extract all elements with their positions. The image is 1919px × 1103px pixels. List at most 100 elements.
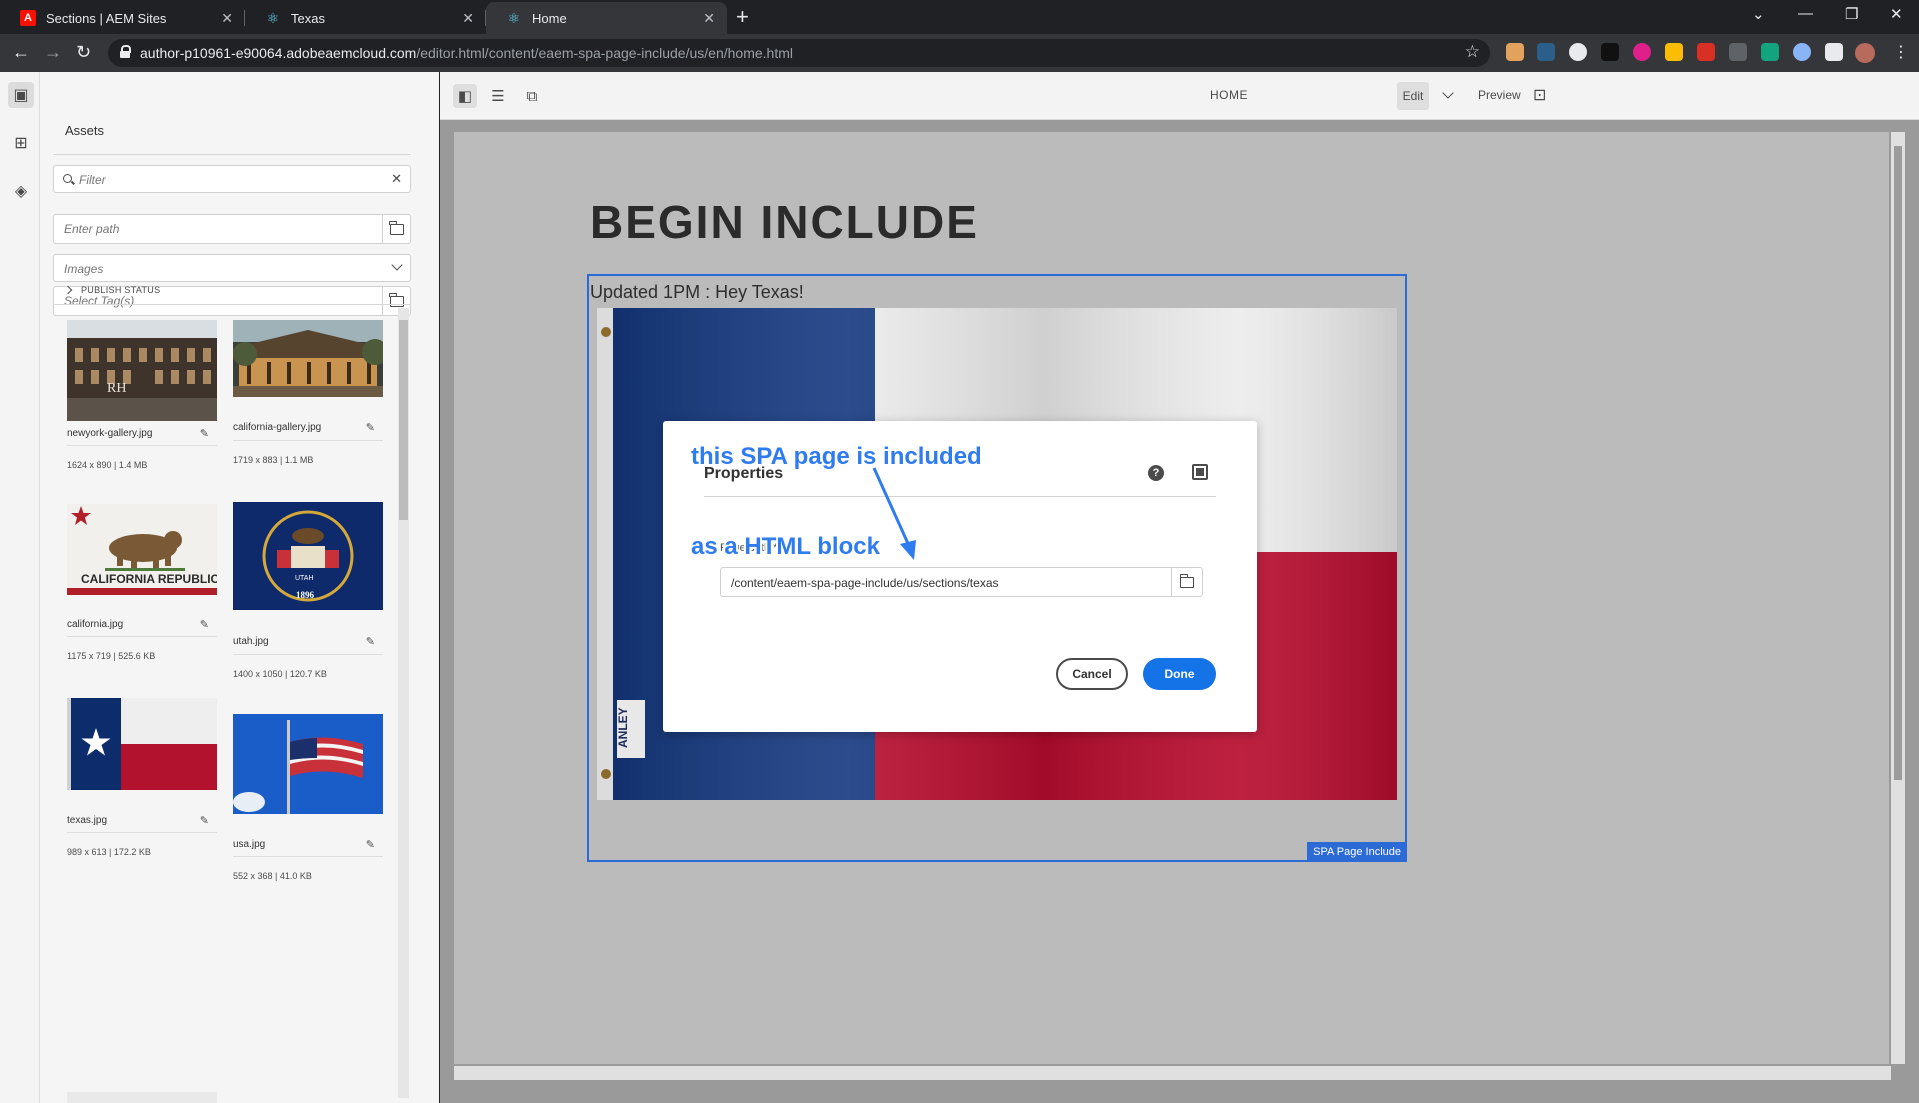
include-text: Updated 1PM : Hey Texas! — [590, 282, 804, 302]
lock-icon[interactable] — [120, 45, 131, 58]
bookmark-star-icon[interactable]: ☆ — [1465, 42, 1480, 62]
divider — [233, 856, 383, 857]
extension-icon[interactable] — [1601, 43, 1619, 61]
back-icon[interactable]: ← — [12, 42, 30, 63]
extension-icon[interactable] — [1729, 43, 1747, 61]
mode-edit-button[interactable]: Edit — [1397, 82, 1429, 110]
new-tab-button[interactable]: + — [736, 4, 749, 30]
fullscreen-icon[interactable] — [1192, 464, 1208, 480]
tab-texas[interactable]: ⚛ Texas ✕ — [245, 2, 486, 34]
chevron-right-icon — [63, 285, 73, 295]
folder-icon — [389, 220, 404, 235]
publish-status-toggle[interactable]: PUBLISH STATUS — [63, 285, 161, 295]
scroll-thumb[interactable] — [1894, 146, 1902, 780]
asset-thumbnail[interactable] — [67, 698, 217, 790]
tab-sections[interactable]: A Sections | AEM Sites ✕ — [0, 2, 245, 34]
extension-icon[interactable] — [1633, 43, 1651, 61]
divider — [233, 654, 383, 655]
clear-icon[interactable]: ✕ — [391, 171, 402, 187]
asset-meta: 989 x 613 | 172.2 KB — [67, 847, 151, 857]
extension-icon[interactable] — [1506, 43, 1524, 61]
tab-search-icon[interactable]: ⌄ — [1752, 5, 1765, 23]
component-label-badge: SPA Page Include — [1307, 842, 1407, 862]
extension-icon[interactable] — [1761, 43, 1779, 61]
asset-thumbnail[interactable] — [67, 1092, 217, 1103]
address-bar[interactable]: author-p10961-e90064.adobeaemcloud.com/e… — [108, 39, 1490, 67]
edit-icon[interactable]: ✎ — [200, 427, 209, 440]
publish-status-label: PUBLISH STATUS — [81, 285, 161, 295]
extension-icon[interactable] — [1665, 43, 1683, 61]
canvas-vertical-scrollbar[interactable] — [1891, 132, 1905, 1064]
close-window-button[interactable]: ✕ — [1890, 5, 1903, 23]
divider — [53, 154, 411, 155]
reload-icon[interactable]: ↻ — [76, 42, 91, 63]
filter-input[interactable]: Filter ✕ — [53, 165, 411, 193]
page-heading[interactable]: BEGIN INCLUDE — [590, 195, 979, 249]
svg-text:CALIFORNIA REPUBLIC: CALIFORNIA REPUBLIC — [81, 572, 217, 586]
asset-type-select[interactable]: Images — [53, 254, 411, 282]
path-input[interactable]: Enter path — [53, 214, 411, 244]
react-icon: ⚛ — [507, 10, 521, 26]
tab-home[interactable]: ⚛ Home ✕ — [486, 2, 727, 34]
restore-button[interactable]: ❐ — [1845, 5, 1858, 23]
avatar[interactable] — [1855, 43, 1875, 63]
puzzle-icon[interactable] — [1825, 43, 1843, 61]
divider — [233, 440, 383, 441]
browser-tab-bar: A Sections | AEM Sites ✕ ⚛ Texas ✕ ⚛ Hom… — [0, 0, 1919, 34]
help-icon[interactable]: ? — [1148, 465, 1164, 481]
asset-thumbnail[interactable] — [233, 320, 383, 397]
asset-name: california.jpg — [67, 619, 124, 630]
extension-icon[interactable] — [1793, 43, 1811, 61]
close-icon[interactable]: ✕ — [462, 10, 474, 27]
browser-toolbar: ← → ↻ author-p10961-e90064.adobeaemcloud… — [0, 34, 1919, 72]
forward-icon[interactable]: → — [44, 42, 62, 63]
edit-icon[interactable]: ✎ — [366, 838, 375, 851]
asset-thumbnail[interactable]: UTAH 1896 — [233, 502, 383, 610]
edit-icon[interactable]: ✎ — [200, 814, 209, 827]
tab-title: Sections | AEM Sites — [46, 10, 167, 26]
scroll-thumb[interactable] — [399, 320, 408, 520]
assets-finder-icon[interactable]: ▣ — [8, 82, 34, 108]
annotate-icon[interactable]: ⊡ — [1533, 85, 1546, 105]
adobe-icon: A — [20, 10, 36, 26]
divider — [67, 636, 217, 637]
panel-title: Assets — [65, 123, 105, 138]
layers-icon[interactable]: ◈ — [8, 178, 34, 204]
close-icon[interactable]: ✕ — [221, 10, 233, 27]
extension-icon[interactable] — [1697, 43, 1715, 61]
chevron-down-icon[interactable] — [1442, 87, 1454, 99]
svg-text:RH: RH — [107, 381, 126, 396]
divider — [53, 304, 411, 305]
svg-text:ANLEY: ANLEY — [616, 707, 630, 748]
cancel-button[interactable]: Cancel — [1056, 658, 1128, 690]
preview-button[interactable]: Preview — [1478, 88, 1521, 102]
folder-icon — [1179, 573, 1194, 588]
extension-icon[interactable] — [1537, 43, 1555, 61]
annotation-line: as a HTML block — [691, 533, 880, 560]
extension-icon[interactable] — [1569, 43, 1587, 61]
canvas-horizontal-scrollbar[interactable] — [454, 1066, 1891, 1080]
emulator-icon[interactable]: ⧉ — [520, 84, 544, 108]
browser-menu-icon[interactable]: ⋮ — [1893, 42, 1909, 62]
assets-scrollbar[interactable] — [398, 308, 409, 1098]
page-path-browse-button[interactable] — [1171, 567, 1203, 597]
edit-icon[interactable]: ✎ — [200, 618, 209, 631]
edit-icon[interactable]: ✎ — [366, 421, 375, 434]
assets-panel: Assets Filter ✕ Enter path Images Select… — [40, 72, 479, 1103]
asset-name: utah.jpg — [233, 636, 269, 647]
tab-title: Home — [532, 10, 567, 26]
components-icon[interactable]: ⊞ — [8, 130, 34, 156]
toggle-side-panel-icon[interactable]: ◧ — [453, 84, 477, 108]
minimize-button[interactable]: — — [1798, 5, 1813, 22]
done-button[interactable]: Done — [1143, 658, 1216, 690]
asset-meta: 1719 x 883 | 1.1 MB — [233, 455, 314, 465]
asset-thumbnail[interactable]: CALIFORNIA REPUBLIC — [67, 504, 217, 595]
divider — [67, 832, 217, 833]
asset-thumbnail[interactable] — [233, 714, 383, 814]
asset-thumbnail[interactable]: RH — [67, 320, 217, 421]
filter-placeholder: Filter — [79, 173, 106, 187]
edit-icon[interactable]: ✎ — [366, 635, 375, 648]
close-icon[interactable]: ✕ — [703, 10, 715, 27]
page-properties-icon[interactable]: ☰ — [486, 84, 510, 108]
path-browse-button[interactable] — [382, 215, 410, 243]
